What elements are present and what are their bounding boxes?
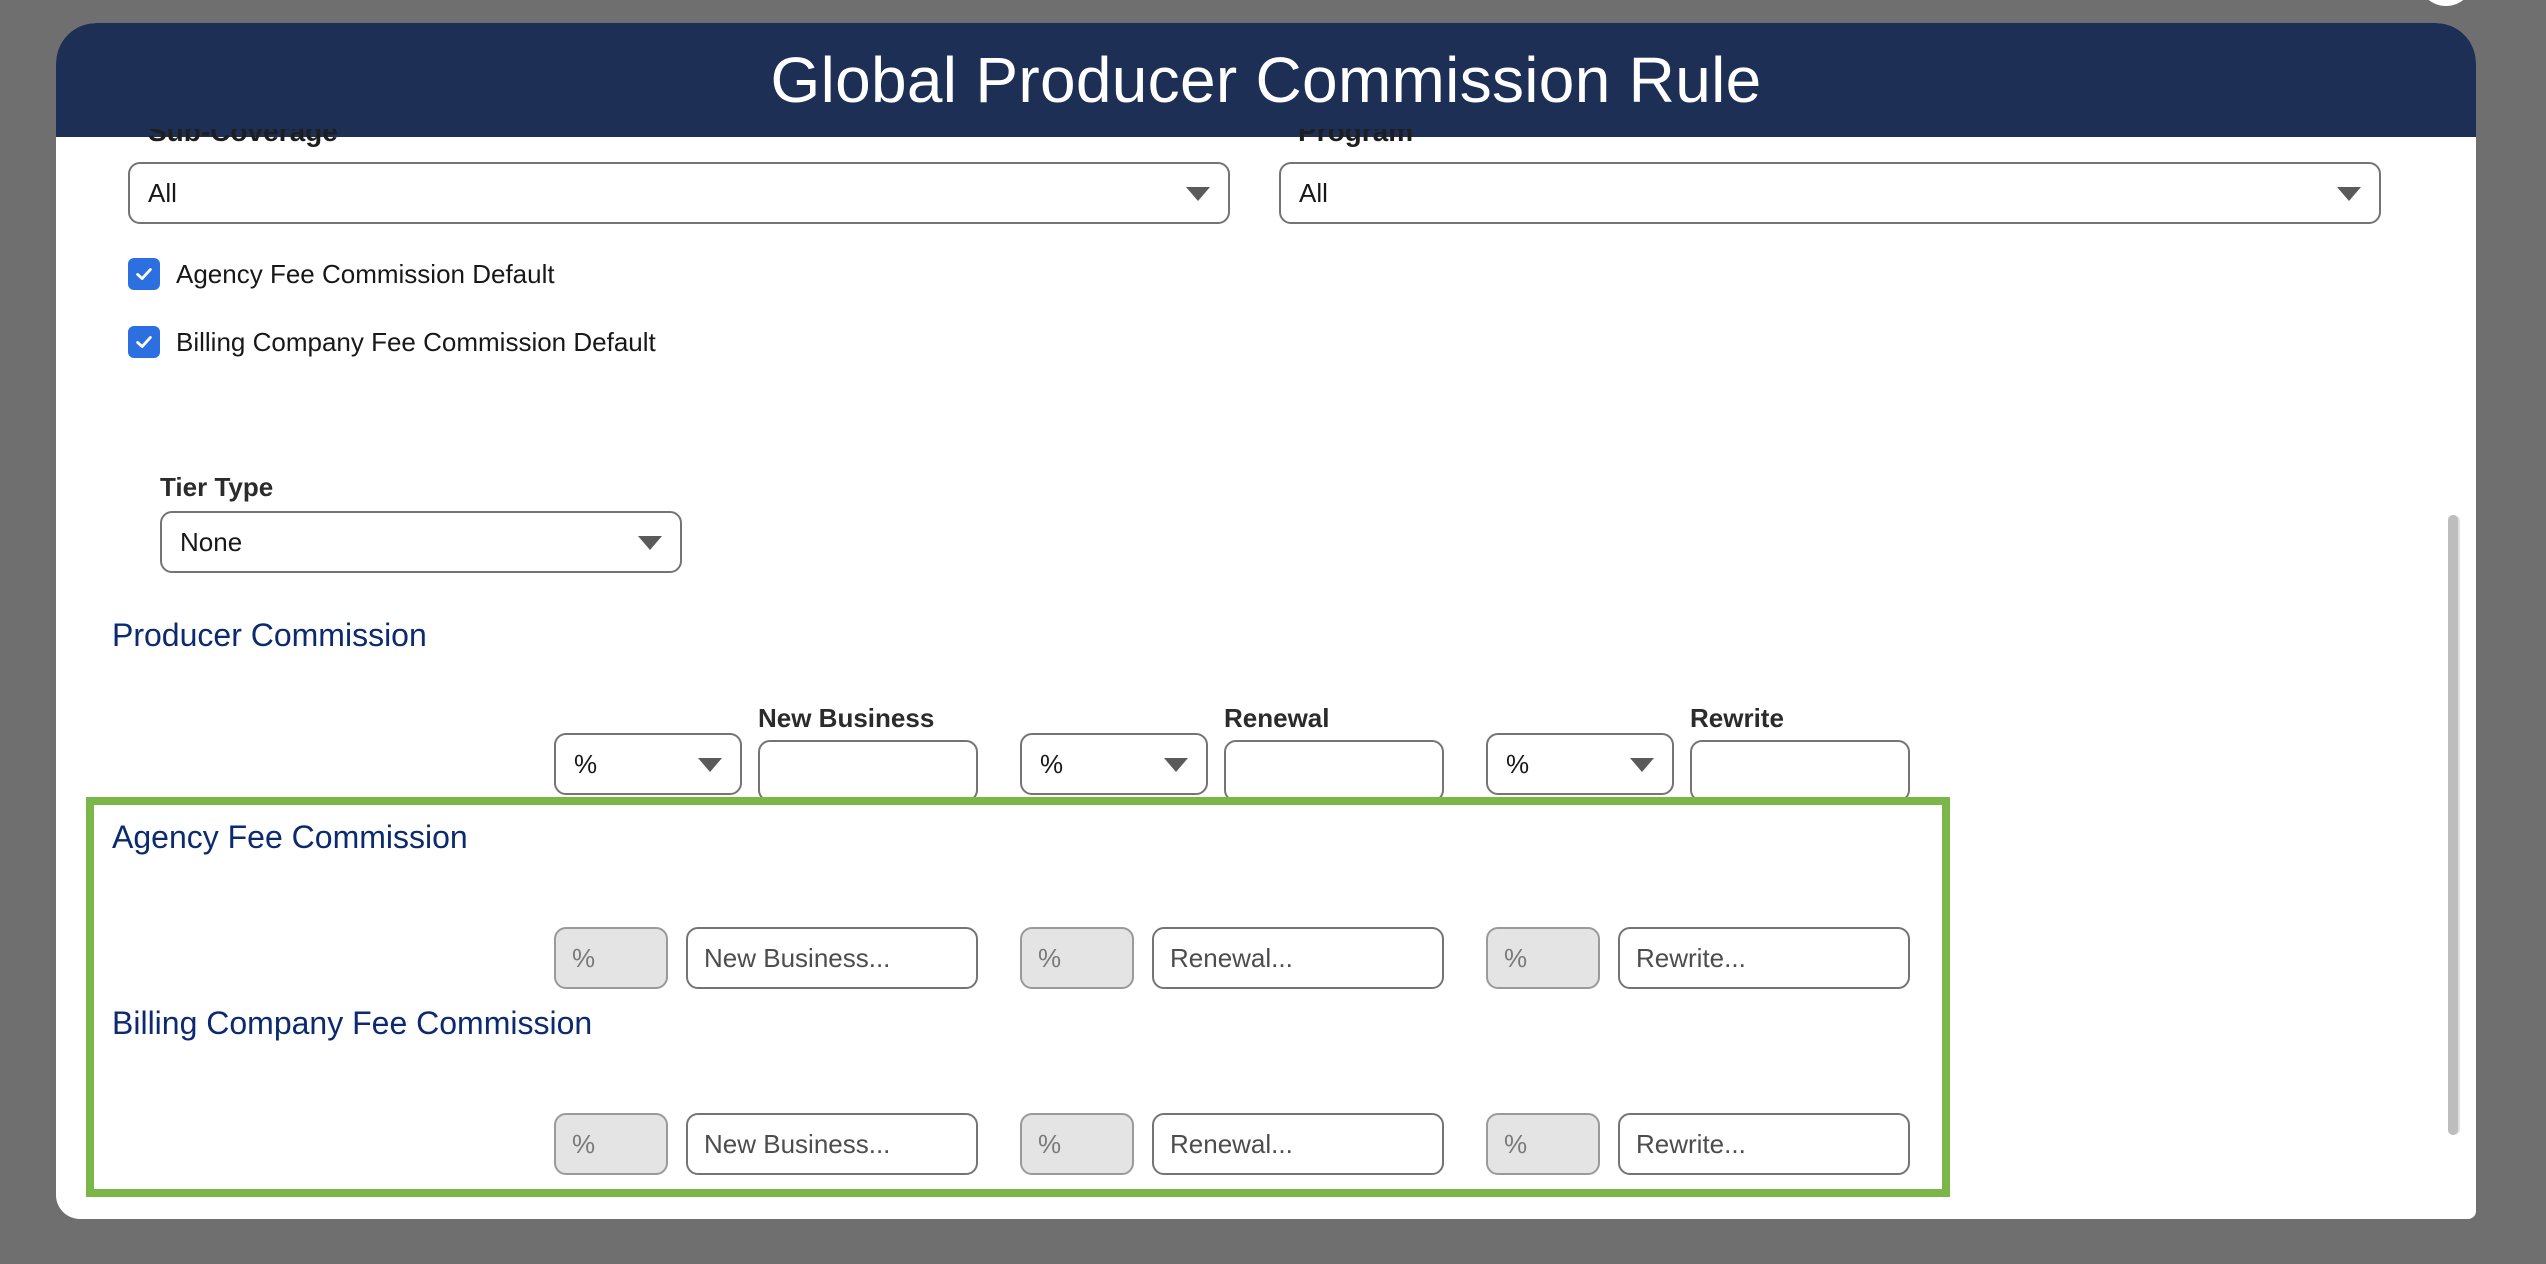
new-business-unit-value: % (574, 748, 598, 779)
rewrite-input[interactable] (1690, 740, 1910, 802)
chevron-down-icon (1164, 758, 1188, 772)
billing-fee-default-checkbox[interactable] (128, 326, 160, 358)
program-select[interactable]: All (1279, 162, 2381, 224)
rewrite-label: Rewrite (1690, 703, 1784, 733)
billing-new-business-unit: % (554, 1113, 668, 1175)
billing-fee-default-label: Billing Company Fee Commission Default (176, 327, 656, 357)
checkmark-icon (136, 268, 152, 280)
agency-fee-commission-title: Agency Fee Commission (112, 819, 468, 855)
rewrite-unit-select[interactable]: % (1486, 733, 1674, 795)
agency-new-business-unit: % (554, 927, 668, 989)
billing-rewrite-input[interactable]: Rewrite... (1618, 1113, 1910, 1175)
renewal-label: Renewal (1224, 703, 1330, 733)
chevron-down-icon (1186, 187, 1210, 201)
billing-new-business-input[interactable]: New Business... (686, 1113, 978, 1175)
renewal-input[interactable] (1224, 740, 1444, 802)
modal-body: Sub-Coverage All Program All Agency Fee … (56, 129, 2476, 1219)
billing-rewrite-unit: % (1486, 1113, 1600, 1175)
producer-commission-title: Producer Commission (112, 617, 427, 653)
new-business-input[interactable] (758, 740, 978, 802)
program-value: All (1299, 177, 1328, 208)
renewal-unit-select[interactable]: % (1020, 733, 1208, 795)
checkmark-icon (136, 336, 152, 348)
new-business-unit-select[interactable]: % (554, 733, 742, 795)
agency-rewrite-input[interactable]: Rewrite... (1618, 927, 1910, 989)
agency-fee-default-checkbox[interactable] (128, 258, 160, 290)
sub-coverage-label: Sub-Coverage (148, 129, 338, 147)
billing-renewal-unit: % (1020, 1113, 1134, 1175)
tier-type-label: Tier Type (160, 472, 274, 502)
chevron-down-icon (1630, 758, 1654, 772)
agency-new-business-input[interactable]: New Business... (686, 927, 978, 989)
chevron-down-icon (2337, 187, 2361, 201)
agency-fee-default-label: Agency Fee Commission Default (176, 259, 555, 289)
agency-renewal-input[interactable]: Renewal... (1152, 927, 1444, 989)
program-label: Program (1298, 129, 1414, 147)
new-business-label: New Business (758, 703, 935, 733)
tier-type-select[interactable]: None (160, 511, 682, 573)
billing-renewal-input[interactable]: Renewal... (1152, 1113, 1444, 1175)
rewrite-unit-value: % (1506, 748, 1530, 779)
agency-renewal-unit: % (1020, 927, 1134, 989)
sub-coverage-select[interactable]: All (128, 162, 1230, 224)
tier-type-value: None (180, 526, 243, 557)
billing-fee-commission-title: Billing Company Fee Commission (112, 1005, 593, 1041)
chevron-down-icon (698, 758, 722, 772)
scrollbar-thumb[interactable] (2448, 515, 2458, 1135)
modal-title: Global Producer Commission Rule (770, 44, 1762, 116)
modal-header: Global Producer Commission Rule (56, 23, 2476, 137)
chevron-down-icon (638, 536, 662, 550)
commission-rule-modal: Global Producer Commission Rule Sub-Cove… (56, 23, 2476, 1219)
agency-rewrite-unit: % (1486, 927, 1600, 989)
renewal-unit-value: % (1040, 748, 1064, 779)
sub-coverage-value: All (148, 177, 177, 208)
